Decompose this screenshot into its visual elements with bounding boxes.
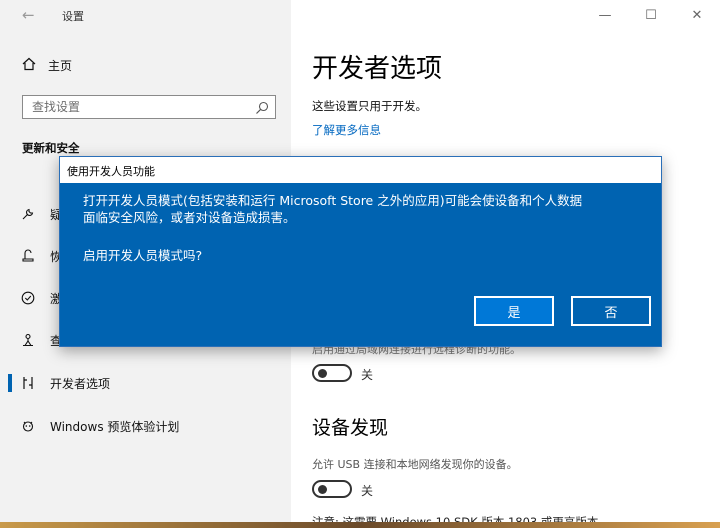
remote-diagnostics-toggle[interactable] bbox=[312, 364, 352, 382]
search-icon[interactable] bbox=[255, 100, 269, 114]
activation-icon bbox=[20, 290, 36, 306]
sidebar-item-home[interactable]: 主页 bbox=[22, 57, 72, 74]
toggle-knob bbox=[318, 369, 327, 378]
yes-button[interactable]: 是 bbox=[474, 296, 554, 326]
dialog-message-line: 面临安全风险，或者对设备造成损害。 bbox=[83, 210, 296, 225]
wrench-icon bbox=[20, 206, 36, 222]
page-title: 开发者选项 bbox=[312, 54, 443, 84]
page-description: 这些设置只用于开发。 bbox=[312, 99, 427, 113]
sidebar-item-label: 开发者选项 bbox=[50, 376, 111, 391]
section-title: 更新和安全 bbox=[22, 141, 80, 155]
dialog-question: 启用开发人员模式吗? bbox=[83, 248, 203, 263]
search-field[interactable] bbox=[22, 95, 276, 119]
app-title: 设置 bbox=[62, 10, 84, 23]
toggle-state-label: 关 bbox=[361, 484, 374, 498]
sidebar-item-label: Windows 预览体验计划 bbox=[50, 419, 180, 434]
close-button[interactable]: ✕ bbox=[674, 0, 720, 30]
maximize-button[interactable]: ☐ bbox=[628, 0, 674, 30]
back-arrow-icon[interactable]: ← bbox=[22, 6, 35, 24]
search-input[interactable] bbox=[23, 96, 275, 118]
device-discovery-description: 允许 USB 连接和本地网络发现你的设备。 bbox=[312, 458, 518, 471]
recovery-icon bbox=[20, 248, 36, 264]
device-discovery-toggle[interactable] bbox=[312, 480, 352, 498]
device-discovery-title: 设备发现 bbox=[312, 417, 389, 439]
no-button[interactable]: 否 bbox=[571, 296, 651, 326]
toggle-state-label: 关 bbox=[361, 368, 374, 382]
home-icon bbox=[22, 57, 36, 74]
sidebar-item-developer[interactable]: 开发者选项 bbox=[8, 371, 280, 395]
dialog-message-line: 打开开发人员模式(包括安装和运行 Microsoft Store 之外的应用)可… bbox=[83, 193, 583, 208]
dialog-message: 打开开发人员模式(包括安装和运行 Microsoft Store 之外的应用)可… bbox=[83, 192, 643, 226]
learn-more-link[interactable]: 了解更多信息 bbox=[312, 122, 381, 138]
developer-icon bbox=[20, 375, 36, 391]
find-device-icon bbox=[20, 332, 36, 348]
dialog-title: 使用开发人员功能 bbox=[60, 157, 661, 183]
insider-icon bbox=[20, 418, 36, 434]
desktop-wallpaper-strip bbox=[0, 522, 720, 528]
developer-mode-dialog: 使用开发人员功能 打开开发人员模式(包括安装和运行 Microsoft Stor… bbox=[59, 156, 662, 347]
sidebar-home-label: 主页 bbox=[48, 59, 73, 73]
window-controls: — ☐ ✕ bbox=[582, 0, 720, 30]
sidebar-item-insider[interactable]: Windows 预览体验计划 bbox=[20, 414, 280, 438]
minimize-button[interactable]: — bbox=[582, 0, 628, 30]
toggle-knob bbox=[318, 485, 327, 494]
